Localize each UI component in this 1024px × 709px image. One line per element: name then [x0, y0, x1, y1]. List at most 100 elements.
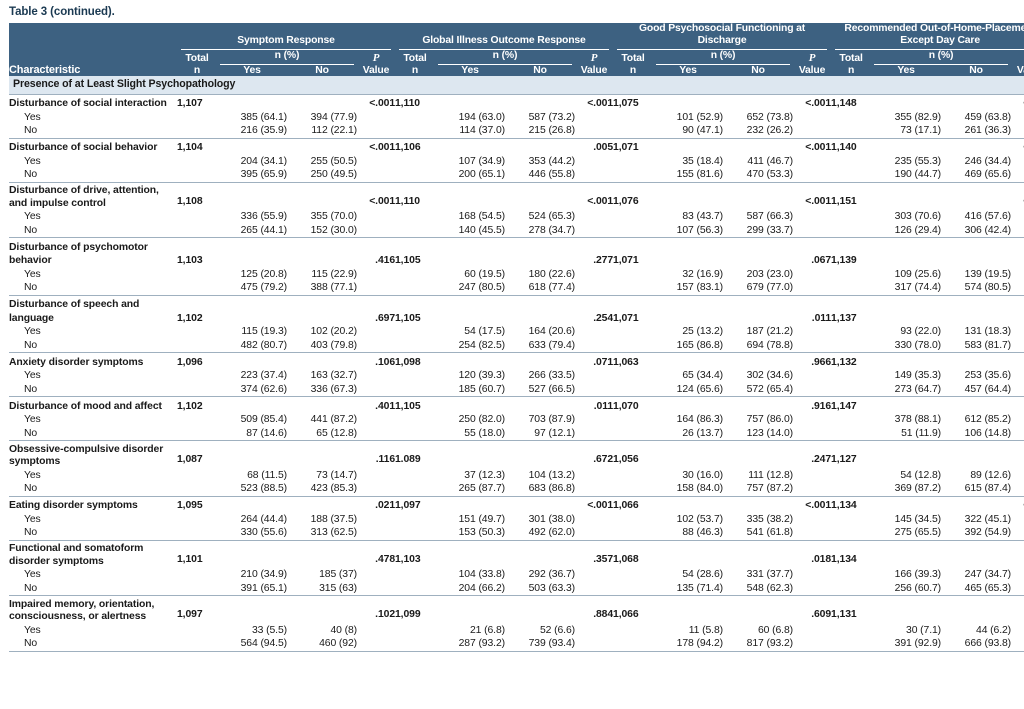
- cell-yes-gp: 165 (86.8): [653, 339, 723, 353]
- cell-yes-sr: 564 (94.5): [217, 637, 287, 651]
- cell-pvalue-ro: [1011, 383, 1024, 397]
- cell-pvalue-ro: .170: [1011, 397, 1024, 414]
- cell-pvalue-gi: [575, 325, 613, 339]
- cell-yes-ro: [871, 496, 941, 513]
- cell-total-gi: [395, 369, 435, 383]
- row-sublabel: No: [9, 339, 177, 353]
- table-row: No395 (65.9)250 (49.5)200 (65.1)446 (55.…: [9, 168, 1024, 182]
- row-sublabel: No: [9, 124, 177, 138]
- cell-yes-gi: 107 (34.9): [435, 155, 505, 169]
- cell-pvalue-sr: [357, 513, 395, 527]
- cell-pvalue-sr: [357, 624, 395, 638]
- cell-pvalue-ro: .912: [1011, 353, 1024, 370]
- cell-no-gp: 335 (38.2): [723, 513, 793, 527]
- cell-no-sr: [287, 94, 357, 111]
- cell-yes-sr: [217, 182, 287, 208]
- row-label: Anxiety disorder symptoms: [9, 353, 177, 370]
- cell-no-sr: 188 (37.5): [287, 513, 357, 527]
- cell-no-gi: [505, 540, 575, 566]
- cell-pvalue-gp: .609: [793, 596, 831, 622]
- cell-total-gp: [613, 111, 653, 125]
- cell-pvalue-gi: [575, 637, 613, 651]
- cell-no-gp: 694 (78.8): [723, 339, 793, 353]
- cell-total-ro: [831, 582, 871, 596]
- row-sublabel: Yes: [9, 325, 177, 339]
- cell-total-gi: [395, 124, 435, 138]
- cell-total-gp: [613, 637, 653, 651]
- cell-yes-sr: 68 (11.5): [217, 469, 287, 483]
- cell-yes-ro: 51 (11.9): [871, 427, 941, 441]
- row-sublabel: Yes: [9, 369, 177, 383]
- cell-yes-gp: 102 (53.7): [653, 513, 723, 527]
- cell-pvalue-gp: [793, 268, 831, 282]
- cell-total-gi: 1,103: [395, 540, 435, 566]
- table-body: Presence of at Least Slight Psychopathol…: [9, 76, 1024, 651]
- cell-no-sr: 73 (14.7): [287, 469, 357, 483]
- cell-pvalue-gi: [575, 124, 613, 138]
- cell-no-sr: 102 (20.2): [287, 325, 357, 339]
- cell-no-gp: 123 (14.0): [723, 427, 793, 441]
- cell-yes-ro: [871, 182, 941, 208]
- cell-yes-sr: [217, 94, 287, 111]
- cell-pvalue-gp: .067: [793, 238, 831, 268]
- cell-total-ro: 1,127: [831, 441, 871, 467]
- cell-no-gp: [723, 441, 793, 467]
- cell-total-ro: 1,137: [831, 295, 871, 325]
- cell-total-gp: 1,076: [613, 182, 653, 208]
- cell-no-sr: 255 (50.5): [287, 155, 357, 169]
- row-label: Disturbance of mood and affect: [9, 397, 177, 414]
- row-sublabel: Yes: [9, 624, 177, 638]
- cell-pvalue-gp: [793, 469, 831, 483]
- cell-yes-sr: 395 (65.9): [217, 168, 287, 182]
- cell-no-sr: 441 (87.2): [287, 413, 357, 427]
- cell-no-sr: 423 (85.3): [287, 482, 357, 496]
- cell-no-gi: 97 (12.1): [505, 427, 575, 441]
- cell-no-gi: [505, 441, 575, 467]
- cell-total-gp: [613, 526, 653, 540]
- cell-pvalue-sr: [357, 427, 395, 441]
- table-row: Disturbance of psychomotor behavior1,103…: [9, 238, 1024, 268]
- cell-pvalue-gp: [793, 325, 831, 339]
- cell-no-gp: 302 (34.6): [723, 369, 793, 383]
- cell-pvalue-sr: [357, 526, 395, 540]
- cell-no-sr: [287, 397, 357, 414]
- table-row: Yes385 (64.1)394 (77.9)194 (63.0)587 (73…: [9, 111, 1024, 125]
- cell-no-gp: 548 (62.3): [723, 582, 793, 596]
- cell-yes-ro: 145 (34.5): [871, 513, 941, 527]
- data-table: Characteristic Symptom Response Global I…: [9, 23, 1024, 652]
- cell-no-gi: 587 (73.2): [505, 111, 575, 125]
- p-italic-label: P: [809, 52, 816, 64]
- cell-yes-gi: [435, 138, 505, 155]
- cell-no-gp: 470 (53.3): [723, 168, 793, 182]
- cell-total-gp: [613, 383, 653, 397]
- total-label: Total: [839, 53, 862, 64]
- cell-yes-sr: 210 (34.9): [217, 568, 287, 582]
- cell-yes-gp: [653, 397, 723, 414]
- cell-yes-gp: [653, 441, 723, 467]
- cell-yes-gi: 254 (82.5): [435, 339, 505, 353]
- cell-yes-gi: 21 (6.8): [435, 624, 505, 638]
- cell-pvalue-gp: .011: [793, 295, 831, 325]
- cell-total-sr: [177, 124, 217, 138]
- cell-yes-ro: [871, 353, 941, 370]
- cell-yes-gi: 168 (54.5): [435, 210, 505, 224]
- cell-total-sr: [177, 210, 217, 224]
- cell-no-gi: 703 (87.9): [505, 413, 575, 427]
- table-row: No374 (62.6)336 (67.3)185 (60.7)527 (66.…: [9, 383, 1024, 397]
- cell-total-sr: [177, 413, 217, 427]
- cell-pvalue-sr: [357, 124, 395, 138]
- total-label: Total: [403, 53, 426, 64]
- cell-yes-gp: 155 (81.6): [653, 168, 723, 182]
- cell-total-gi: 1,098: [395, 353, 435, 370]
- column-header-npct-gp: n (%): [653, 50, 793, 65]
- cell-pvalue-gp: [793, 369, 831, 383]
- cell-no-ro: 666 (93.8): [941, 637, 1011, 651]
- cell-no-gi: [505, 353, 575, 370]
- cell-yes-gp: 25 (13.2): [653, 325, 723, 339]
- cell-pvalue-ro: [1011, 526, 1024, 540]
- cell-total-sr: 1,108: [177, 182, 217, 208]
- n-label: n: [848, 65, 854, 76]
- cell-no-ro: 139 (19.5): [941, 268, 1011, 282]
- cell-pvalue-gp: [793, 427, 831, 441]
- npct-label: n (%): [275, 50, 300, 61]
